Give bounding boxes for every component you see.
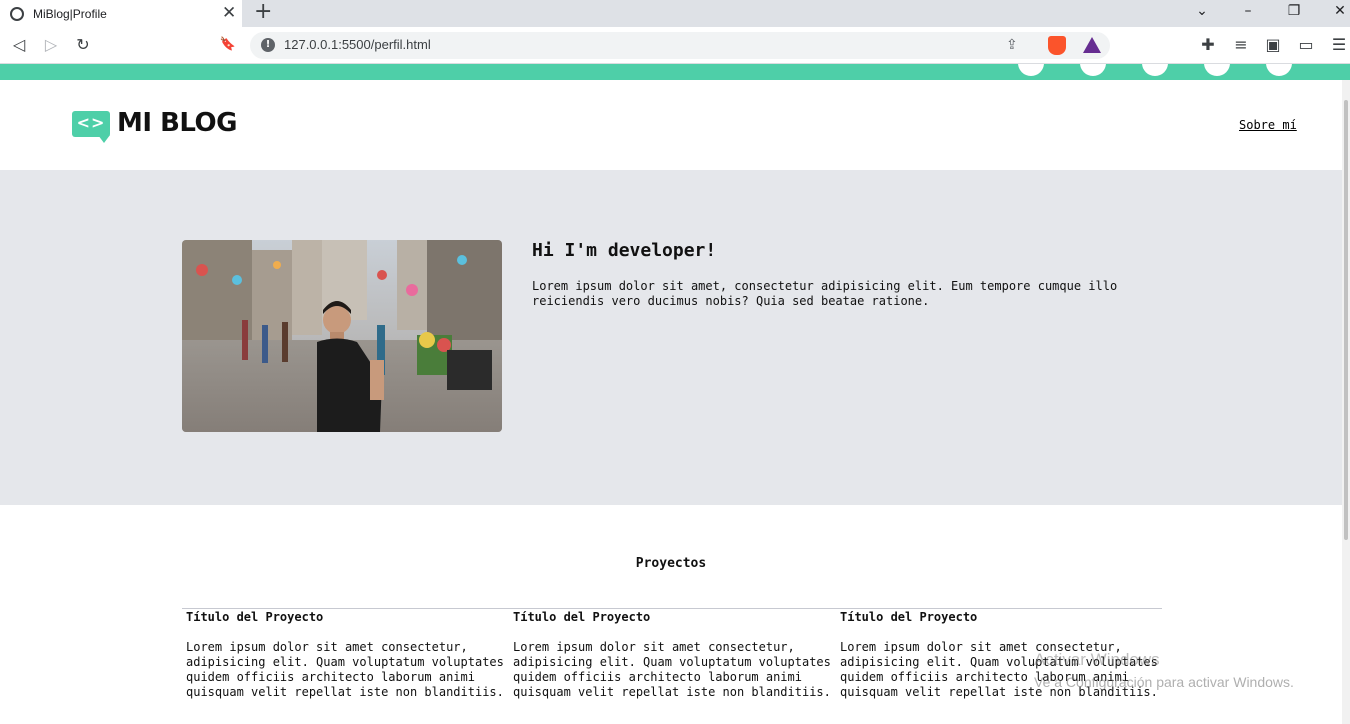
nav-link-about[interactable]: Sobre mí <box>1239 118 1297 132</box>
web-page: <> MI BLOG Sobre mí Hi I'm developer! Lo… <box>0 64 1350 724</box>
back-button[interactable]: ◁ <box>9 35 29 55</box>
tab-search-chevron-icon[interactable]: ⌄ <box>1192 3 1212 19</box>
restore-button[interactable]: ❐ <box>1284 3 1304 19</box>
project-text: Lorem ipsum dolor sit amet consectetur, … <box>840 640 1158 699</box>
windows-activation-title: Activar Windows <box>1034 650 1160 669</box>
hero-title: Hi I'm developer! <box>532 240 717 261</box>
tab-title: MiBlog|Profile <box>33 6 107 21</box>
project-title: Título del Proyecto <box>186 610 324 624</box>
site-header: <> MI BLOG Sobre mí <box>0 80 1350 170</box>
site-info-icon[interactable]: ! <box>261 38 275 52</box>
close-window-button[interactable]: ✕ <box>1330 3 1350 19</box>
tab-close-icon[interactable]: ✕ <box>222 4 236 22</box>
project-text: Lorem ipsum dolor sit amet consectetur, … <box>186 640 504 699</box>
scrollbar-thumb[interactable] <box>1344 100 1348 540</box>
wallet-icon[interactable]: ▭ <box>1296 35 1316 55</box>
forward-button[interactable]: ▷ <box>41 35 61 55</box>
brave-shields-icon[interactable] <box>1048 36 1066 55</box>
reload-button[interactable]: ↻ <box>73 35 93 55</box>
bookmark-icon[interactable]: 🔖 <box>218 35 238 55</box>
browser-tab[interactable]: MiBlog|Profile ✕ <box>0 0 242 27</box>
sidebar-icon[interactable]: ▣ <box>1263 35 1283 55</box>
logo-text[interactable]: MI BLOG <box>117 108 238 138</box>
project-title: Título del Proyecto <box>513 610 651 624</box>
project-title: Título del Proyecto <box>840 610 978 624</box>
url-text[interactable]: 127.0.0.1:5500/perfil.html <box>284 37 431 52</box>
logo-code-glyph: <> <box>76 113 106 132</box>
project-text: Lorem ipsum dolor sit amet consectetur, … <box>513 640 831 699</box>
playlist-icon[interactable]: ≡ <box>1231 35 1251 55</box>
profile-photo <box>182 240 502 432</box>
brave-rewards-icon[interactable] <box>1083 37 1101 53</box>
globe-icon <box>10 6 24 21</box>
hero-text: Lorem ipsum dolor sit amet, consectetur … <box>532 279 1118 308</box>
hero-section: Hi I'm developer! Lorem ipsum dolor sit … <box>0 170 1350 505</box>
address-bar[interactable]: ! 127.0.0.1:5500/perfil.html <box>250 32 1110 59</box>
project-card: Título del Proyecto Lorem ipsum dolor si… <box>186 610 506 700</box>
new-tab-button[interactable]: + <box>254 1 272 23</box>
windows-activation-text: Ve a Configuración para activar Windows. <box>1034 674 1294 690</box>
minimize-button[interactable]: – <box>1238 3 1258 19</box>
menu-icon[interactable]: ☰ <box>1329 35 1349 55</box>
logo-bubble-tail <box>98 135 110 143</box>
extensions-icon[interactable]: ✚ <box>1198 35 1218 55</box>
projects-divider <box>182 608 1162 609</box>
project-card: Título del Proyecto Lorem ipsum dolor si… <box>513 610 833 700</box>
browser-tab-strip: MiBlog|Profile ✕ + ⌄ – ❐ ✕ <box>0 0 1350 27</box>
projects-heading: Proyectos <box>635 556 707 571</box>
logo-icon[interactable]: <> <box>72 111 110 143</box>
share-icon[interactable]: ⇪ <box>1006 37 1018 53</box>
browser-toolbar: ◁ ▷ ↻ 🔖 ! 127.0.0.1:5500/perfil.html ⇪ ✚… <box>0 27 1350 64</box>
